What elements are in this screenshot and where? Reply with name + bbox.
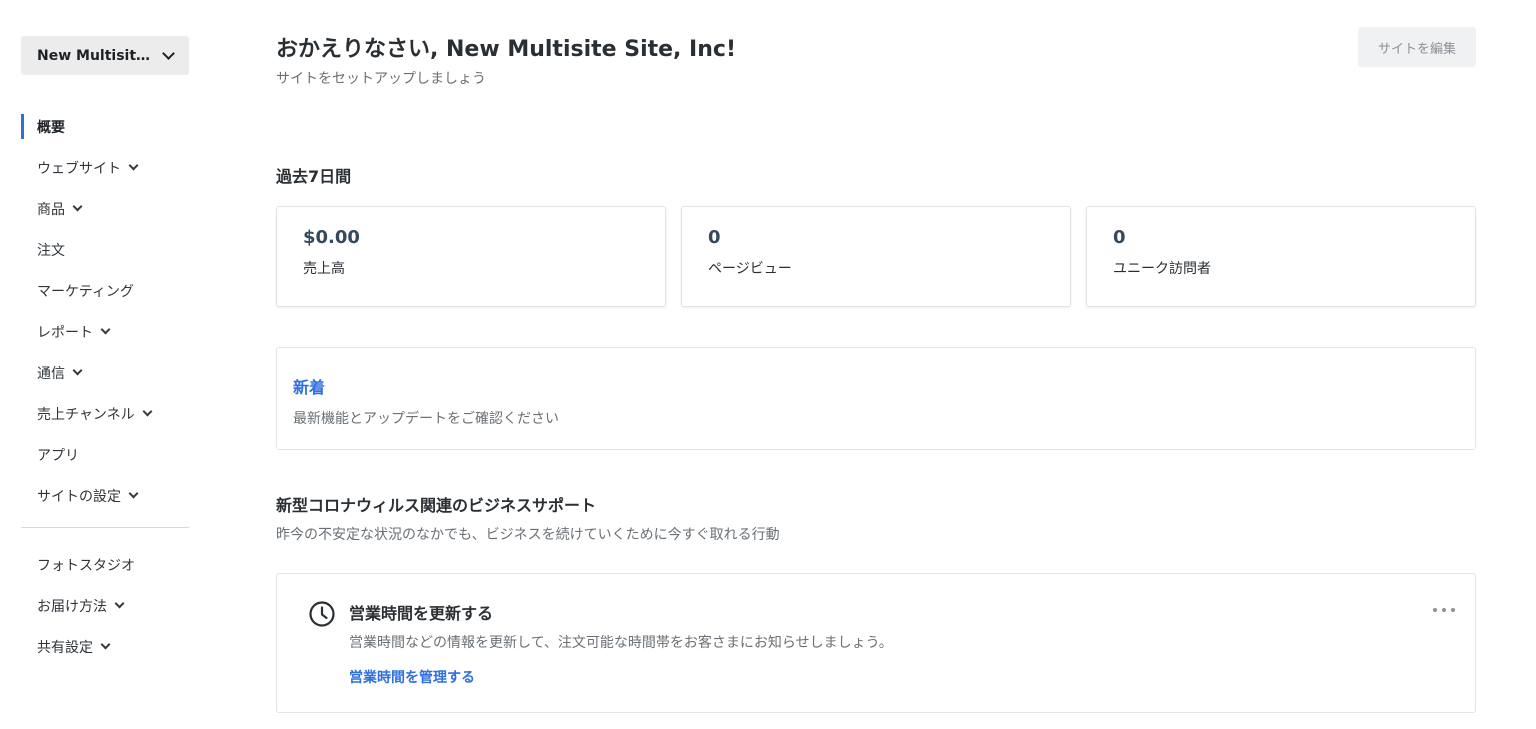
sidebar-item-label: サイトの設定 — [37, 488, 121, 505]
sidebar-item-communications[interactable]: 通信 — [21, 352, 189, 393]
stat-value: 0 — [1113, 227, 1126, 248]
chevron-down-icon — [128, 160, 139, 171]
page-subtitle: サイトをセットアップしましょう — [276, 71, 486, 87]
sidebar-item-label: マーケティング — [37, 283, 134, 300]
stat-label: ページビュー — [708, 261, 792, 277]
stat-card-sales[interactable]: $0.00 売上高 — [276, 206, 666, 307]
whats-new-link[interactable]: 新着 — [293, 374, 1459, 398]
chevron-down-icon — [72, 201, 83, 212]
sidebar-secondary-nav: フォトスタジオ お届け方法 共有設定 — [21, 544, 189, 667]
sidebar-item-products[interactable]: 商品 — [21, 188, 189, 229]
more-options-icon[interactable] — [1433, 602, 1455, 618]
sidebar-item-website[interactable]: ウェブサイト — [21, 147, 189, 188]
sidebar-item-delivery[interactable]: お届け方法 — [21, 585, 189, 626]
sidebar-item-site-settings[interactable]: サイトの設定 — [21, 475, 189, 516]
sidebar-item-orders[interactable]: 注文 — [21, 229, 189, 270]
sidebar-item-label: ウェブサイト — [37, 160, 121, 177]
dot — [1433, 608, 1437, 612]
edit-site-button[interactable]: サイトを編集 — [1358, 27, 1476, 67]
stat-card-unique-visitors[interactable]: 0 ユニーク訪問者 — [1086, 206, 1476, 307]
clock-icon — [309, 601, 335, 627]
sidebar-item-label: レポート — [37, 324, 93, 341]
sidebar-item-overview[interactable]: 概要 — [21, 106, 189, 147]
covid-support-heading: 新型コロナウィルス関連のビジネスサポート — [276, 496, 597, 515]
whats-new-subtitle: 最新機能とアップデートをご確認ください — [293, 411, 559, 427]
sidebar-item-label: フォトスタジオ — [37, 557, 135, 574]
business-hours-task-card: 営業時間を更新する 営業時間などの情報を更新して、注文可能な時間帯をお客さまにお… — [276, 573, 1476, 713]
site-switcher-label: New Multisite Site, Inc! — [37, 47, 155, 64]
chevron-down-icon — [72, 365, 83, 376]
sidebar-item-apps[interactable]: アプリ — [21, 434, 189, 475]
dot — [1451, 608, 1455, 612]
page-title: おかえりなさい, New Multisite Site, Inc! — [276, 37, 736, 62]
dashboard-app: New Multisite Site, Inc! 概要 ウェブサイト 商品 注文… — [0, 0, 1536, 729]
sidebar-item-label: 商品 — [37, 201, 65, 218]
stat-value: 0 — [708, 227, 721, 248]
chevron-down-icon — [100, 639, 111, 650]
sidebar-item-label: 概要 — [37, 119, 65, 136]
sidebar: New Multisite Site, Inc! 概要 ウェブサイト 商品 注文… — [21, 36, 189, 505]
chevron-down-icon — [114, 598, 125, 609]
covid-support-subtitle: 昨今の不安定な状況のなかでも、ビジネスを続けていくために今すぐ取れる行動 — [276, 527, 780, 543]
sidebar-nav: 概要 ウェブサイト 商品 注文 マーケティング レポート 通信 売上チャンネル … — [21, 106, 189, 516]
stats-heading: 過去7日間 — [276, 167, 352, 186]
chevron-down-icon — [162, 47, 175, 60]
sidebar-item-shared-settings[interactable]: 共有設定 — [21, 626, 189, 667]
sidebar-item-label: 共有設定 — [37, 639, 93, 656]
stat-label: 売上高 — [303, 261, 345, 277]
whats-new-card: 新着 最新機能とアップデートをご確認ください — [276, 347, 1476, 450]
task-description: 営業時間などの情報を更新して、注文可能な時間帯をお客さまにお知らせしましょう。 — [349, 635, 893, 651]
stat-label: ユニーク訪問者 — [1113, 261, 1211, 277]
sidebar-divider — [21, 527, 189, 528]
sidebar-item-marketing[interactable]: マーケティング — [21, 270, 189, 311]
sidebar-item-reports[interactable]: レポート — [21, 311, 189, 352]
sidebar-item-label: アプリ — [37, 447, 79, 464]
dot — [1442, 608, 1446, 612]
sidebar-item-sales-channels[interactable]: 売上チャンネル — [21, 393, 189, 434]
sidebar-item-label: 売上チャンネル — [37, 406, 135, 423]
sidebar-item-label: お届け方法 — [37, 598, 107, 615]
manage-hours-link[interactable]: 営業時間を管理する — [349, 667, 475, 687]
chevron-down-icon — [142, 406, 153, 417]
task-title: 営業時間を更新する — [349, 604, 494, 623]
stats-row: $0.00 売上高 0 ページビュー 0 ユニーク訪問者 — [276, 206, 1476, 307]
stat-value: $0.00 — [303, 227, 360, 248]
stat-card-pageviews[interactable]: 0 ページビュー — [681, 206, 1071, 307]
chevron-down-icon — [100, 324, 111, 335]
sidebar-item-photo-studio[interactable]: フォトスタジオ — [21, 544, 189, 585]
sidebar-item-label: 通信 — [37, 365, 65, 382]
sidebar-item-label: 注文 — [37, 242, 65, 259]
site-switcher[interactable]: New Multisite Site, Inc! — [21, 36, 189, 75]
chevron-down-icon — [128, 488, 139, 499]
